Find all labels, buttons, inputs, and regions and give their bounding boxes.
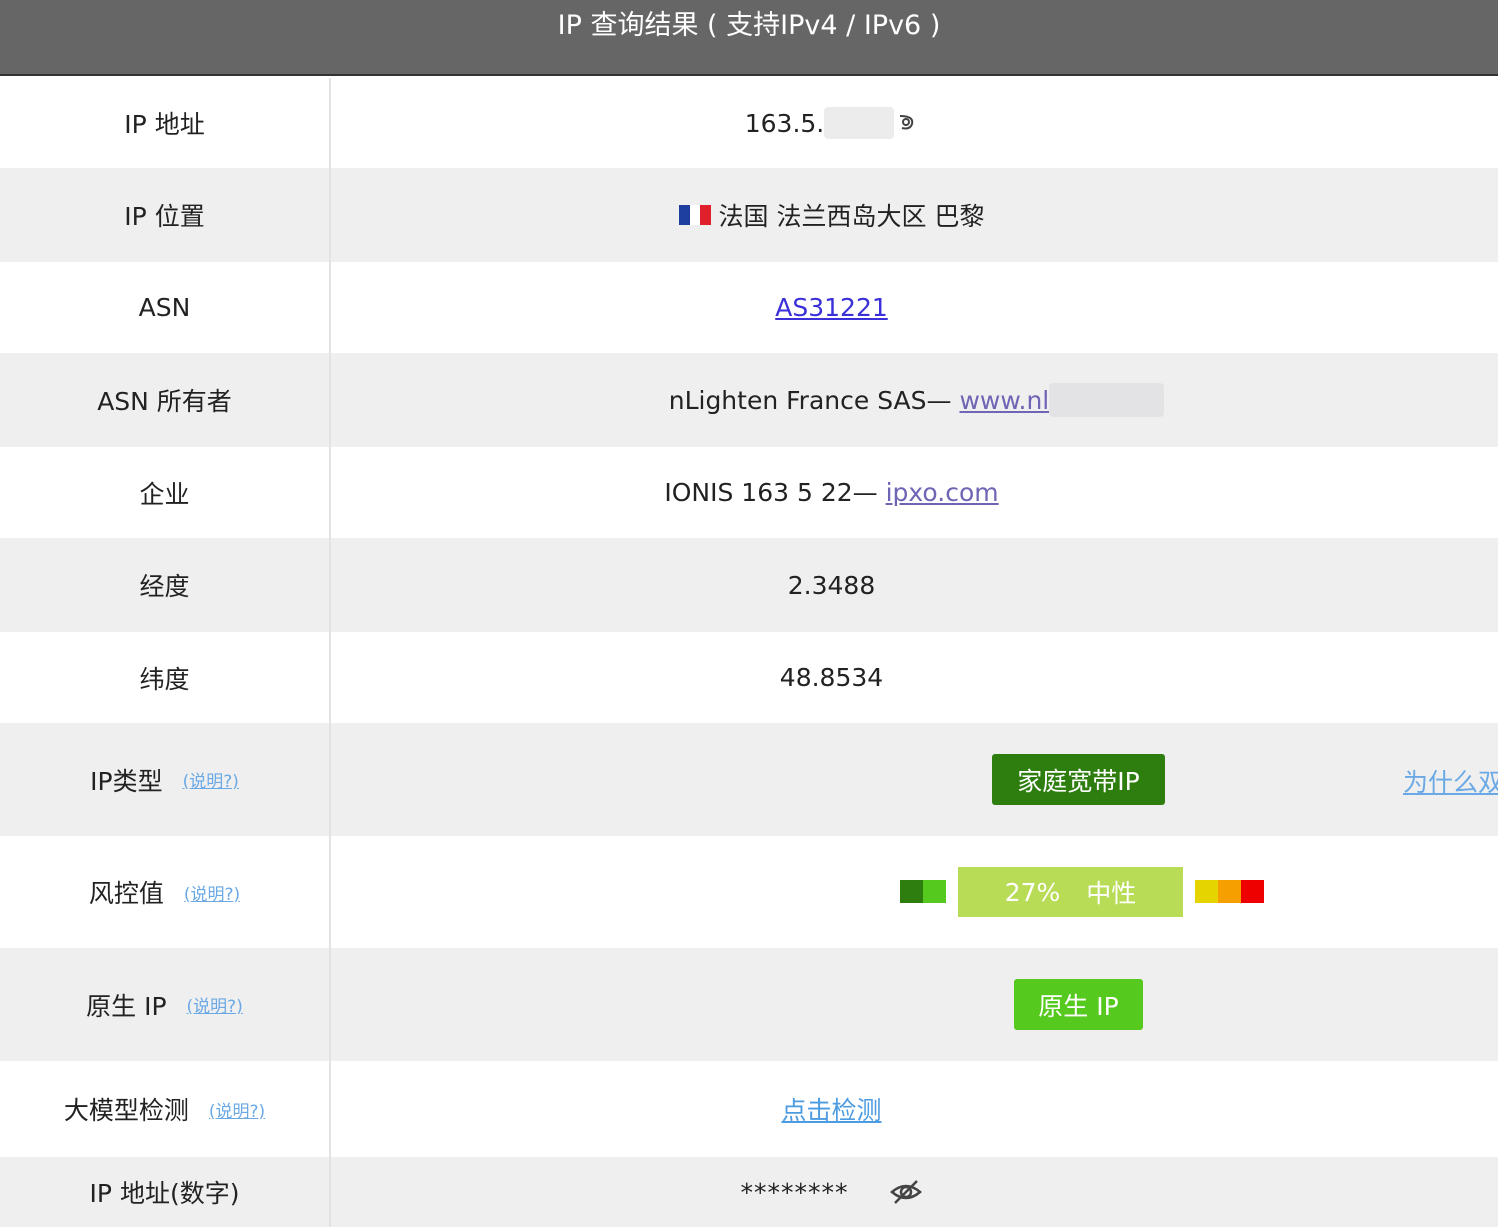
france-flag-icon	[678, 204, 711, 226]
detect-link[interactable]: 点击检测	[781, 1091, 881, 1127]
help-link[interactable]: (说明?)	[209, 1097, 265, 1122]
help-link[interactable]: (说明?)	[184, 880, 240, 905]
value-cell: 原生 IP	[333, 948, 1498, 1061]
ip-type-badge: 家庭宽带IP	[992, 754, 1165, 805]
value-cell: AS31221	[333, 262, 1498, 353]
native-ip-badge: 原生 IP	[1014, 979, 1143, 1030]
ip-location-value: 法国 法兰西岛大区 巴黎	[718, 202, 985, 231]
row-ip-address: IP 地址 163.5.	[0, 78, 1498, 168]
redacted-block	[1049, 383, 1165, 417]
value-cell: 2.3488	[333, 538, 1498, 632]
value-cell: 点击检测	[333, 1061, 1498, 1157]
row-llm-detection: 大模型检测 (说明?) 点击检测	[0, 1061, 1498, 1157]
risk-level: 中性	[1086, 879, 1137, 908]
ip-numeric-masked: ********	[740, 1177, 849, 1207]
asn-owner-link[interactable]: www.nl	[959, 386, 1049, 415]
risk-percent: 27%	[1004, 877, 1061, 907]
value-cell: nLighten France SAS— www.nl	[333, 353, 1498, 447]
label-native-ip: 原生 IP	[86, 991, 167, 1021]
label-llm-detection: 大模型检测	[63, 1096, 189, 1125]
value-cell: 27% 中性	[333, 836, 1498, 948]
row-ip-location: IP 位置 法国 法兰西岛大区 巴黎	[0, 168, 1498, 262]
label-cell: 原生 IP (说明?)	[0, 948, 331, 1061]
why-link[interactable]: 为什么双	[1403, 763, 1498, 799]
value-cell: 法国 法兰西岛大区 巴黎	[333, 168, 1498, 262]
asn-link[interactable]: AS31221	[775, 293, 888, 322]
value-cell: 163.5.	[333, 78, 1498, 168]
label-ip-location: IP 位置	[0, 168, 331, 262]
row-ip-type: IP类型 (说明?) 家庭宽带IP 为什么双	[0, 723, 1498, 836]
value-cell: 家庭宽带IP 为什么双	[333, 723, 1498, 836]
row-risk-score: 风控值 (说明?) 27% 中性	[0, 836, 1498, 948]
label-company: 企业	[0, 447, 331, 538]
row-asn-owner: ASN 所有者 nLighten France SAS— www.nl	[0, 353, 1498, 447]
row-ip-numeric: IP 地址(数字) ********	[0, 1157, 1498, 1227]
company-link[interactable]: ipxo.com	[886, 478, 999, 507]
row-latitude: 纬度 48.8534	[0, 632, 1498, 723]
label-asn-owner: ASN 所有者	[0, 353, 331, 447]
result-header: IP 查询结果 ( 支持IPv4 / IPv6 )	[0, 0, 1498, 76]
label-cell: 风控值 (说明?)	[0, 836, 331, 948]
row-asn: ASN AS31221	[0, 262, 1498, 353]
latitude-value: 48.8534	[779, 663, 884, 692]
risk-scale-segment	[900, 880, 923, 903]
value-cell: 48.8534	[333, 632, 1498, 723]
row-native-ip: 原生 IP (说明?) 原生 IP	[0, 948, 1498, 1061]
row-company: 企业 IONIS 163 5 22— ipxo.com	[0, 447, 1498, 538]
value-cell: ********	[333, 1157, 1498, 1227]
label-cell: 大模型检测 (说明?)	[0, 1061, 331, 1157]
label-cell: IP类型 (说明?)	[0, 723, 331, 836]
label-ip-numeric: IP 地址(数字)	[0, 1157, 331, 1227]
longitude-value: 2.3488	[787, 570, 876, 600]
risk-scale-segment	[1218, 880, 1241, 903]
label-ip-type: IP类型	[90, 766, 163, 796]
result-title: IP 查询结果 ( 支持IPv4 / IPv6 )	[557, 10, 941, 41]
value-cell: IONIS 163 5 22— ipxo.com	[333, 447, 1498, 538]
label-longitude: 经度	[0, 538, 331, 632]
risk-score-indicator: 27% 中性	[958, 867, 1183, 917]
label-risk-score: 风控值	[88, 879, 164, 908]
risk-scale-segment	[1241, 880, 1264, 903]
redacted-block	[824, 107, 895, 139]
help-link[interactable]: (说明?)	[183, 767, 239, 792]
eye-off-icon[interactable]	[889, 1179, 923, 1205]
label-asn: ASN	[0, 262, 331, 353]
ip-address-value: 163.5.	[744, 108, 825, 138]
risk-scale-segment	[923, 880, 946, 903]
label-latitude: 纬度	[0, 632, 331, 723]
company-name: IONIS 163 5 22—	[664, 478, 886, 507]
risk-scale-segment	[1195, 880, 1218, 903]
asn-owner-name: nLighten France SAS—	[668, 385, 960, 415]
row-longitude: 经度 2.3488	[0, 538, 1498, 632]
label-ip-address: IP 地址	[0, 78, 331, 168]
help-link[interactable]: (说明?)	[187, 992, 243, 1017]
eye-toggle-icon[interactable]	[896, 112, 918, 134]
